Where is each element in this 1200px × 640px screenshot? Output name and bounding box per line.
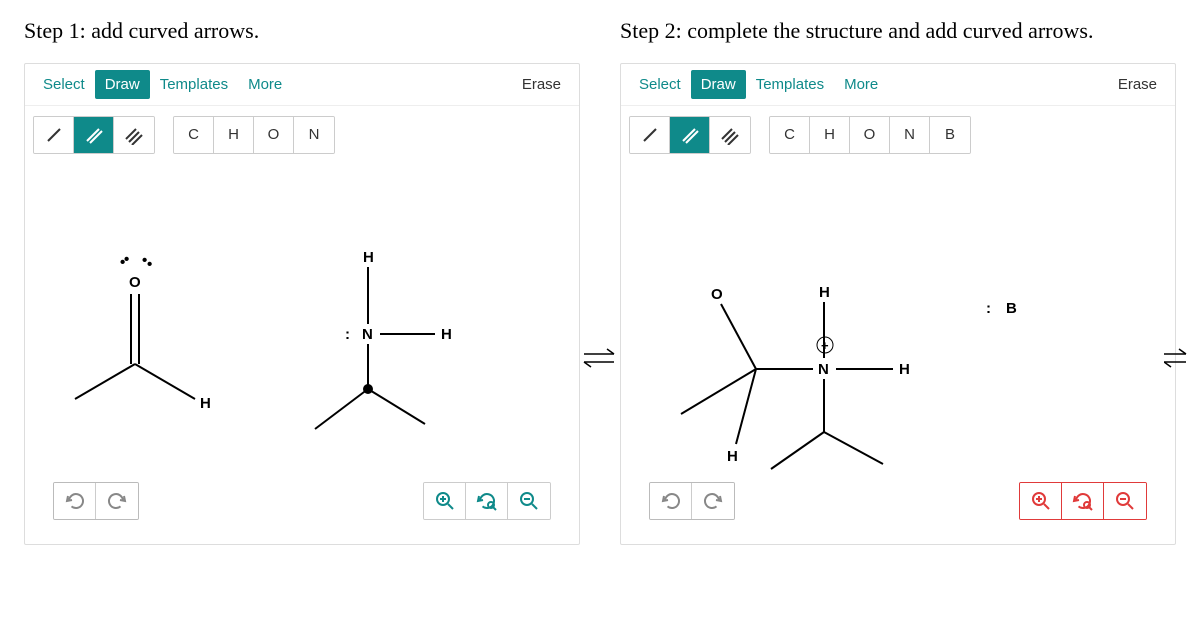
tab-draw-2[interactable]: Draw	[691, 70, 746, 99]
svg-text::: :	[986, 300, 991, 317]
atom-B-2[interactable]: B	[930, 117, 970, 153]
step-2-title: Step 2: complete the structure and add c…	[620, 16, 1176, 47]
panel-step-2: Step 2: complete the structure and add c…	[620, 16, 1176, 624]
tab-select-2[interactable]: Select	[629, 70, 691, 99]
svg-text:H: H	[363, 249, 374, 266]
svg-text:H: H	[441, 326, 452, 343]
zoom-in-button[interactable]	[424, 483, 466, 519]
svg-text::: :	[345, 326, 350, 343]
atom-C-2[interactable]: C	[770, 117, 810, 153]
atom-H[interactable]: H	[214, 117, 254, 153]
tabbar-1: Select Draw Templates More Erase	[25, 64, 579, 106]
svg-text:N: N	[818, 361, 829, 378]
single-bond-button-2[interactable]	[630, 117, 670, 153]
svg-text:H: H	[899, 361, 910, 378]
single-bond-button[interactable]	[34, 117, 74, 153]
atom-group-1: C H O N	[173, 116, 335, 154]
canvas-2[interactable]: O H N + H	[621, 164, 1175, 544]
svg-text:N: N	[362, 326, 373, 343]
double-bond-button[interactable]	[74, 117, 114, 153]
zoom-in-button-2[interactable]	[1020, 483, 1062, 519]
erase-button[interactable]: Erase	[512, 70, 571, 99]
panel-step-1: Step 1: add curved arrows. Select Draw T…	[24, 16, 580, 624]
zoom-out-button-2[interactable]	[1104, 483, 1146, 519]
atom-C[interactable]: C	[174, 117, 214, 153]
zoom-group-1	[423, 482, 551, 520]
zoom-reset-button-2[interactable]	[1062, 483, 1104, 519]
toolrow-2: C H O N B	[621, 106, 1175, 164]
tab-more[interactable]: More	[238, 70, 292, 99]
undo-button[interactable]	[54, 483, 96, 519]
zoom-reset-button[interactable]	[466, 483, 508, 519]
erase-button-2[interactable]: Erase	[1108, 70, 1167, 99]
canvas-1[interactable]: O • • • • H N :	[25, 164, 579, 544]
tab-select[interactable]: Select	[33, 70, 95, 99]
editor-2: Select Draw Templates More Erase C	[620, 63, 1176, 545]
editor-1: Select Draw Templates More Erase C	[24, 63, 580, 545]
toolrow-1: C H O N	[25, 106, 579, 164]
tab-templates[interactable]: Templates	[150, 70, 238, 99]
tab-more-2[interactable]: More	[834, 70, 888, 99]
atom-N[interactable]: N	[294, 117, 334, 153]
atom-N-2[interactable]: N	[890, 117, 930, 153]
svg-text:H: H	[200, 395, 211, 412]
equilibrium-arrow-1	[580, 344, 620, 372]
tab-templates-2[interactable]: Templates	[746, 70, 834, 99]
svg-text:•: •	[147, 256, 152, 273]
redo-button[interactable]	[96, 483, 138, 519]
svg-text:B: B	[1006, 300, 1017, 317]
svg-text:H: H	[727, 448, 738, 465]
atom-O[interactable]: O	[254, 117, 294, 153]
undo-redo-group-1	[53, 482, 139, 520]
svg-text:O: O	[711, 286, 723, 303]
tab-draw[interactable]: Draw	[95, 70, 150, 99]
bond-group-1	[33, 116, 155, 154]
zoom-group-2	[1019, 482, 1147, 520]
triple-bond-button-2[interactable]	[710, 117, 750, 153]
double-bond-button-2[interactable]	[670, 117, 710, 153]
atom-group-2: C H O N B	[769, 116, 971, 154]
redo-button-2[interactable]	[692, 483, 734, 519]
undo-button-2[interactable]	[650, 483, 692, 519]
svg-text:H: H	[819, 284, 830, 301]
tabbar-2: Select Draw Templates More Erase	[621, 64, 1175, 106]
svg-text:•: •	[124, 251, 129, 268]
atom-H-2[interactable]: H	[810, 117, 850, 153]
atom-O-2[interactable]: O	[850, 117, 890, 153]
bond-group-2	[629, 116, 751, 154]
step-1-title: Step 1: add curved arrows.	[24, 16, 580, 47]
zoom-out-button[interactable]	[508, 483, 550, 519]
triple-bond-button[interactable]	[114, 117, 154, 153]
svg-text:O: O	[129, 274, 141, 291]
undo-redo-group-2	[649, 482, 735, 520]
